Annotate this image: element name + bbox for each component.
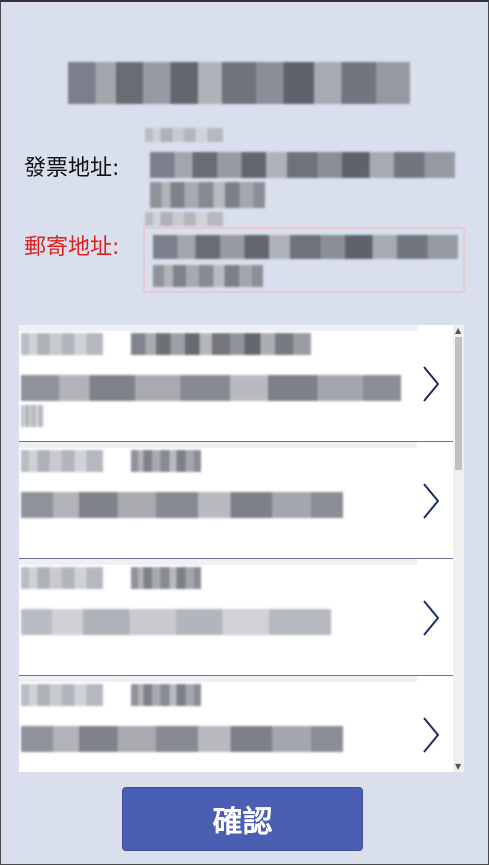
invoice-address-line1-redacted (150, 152, 455, 178)
invoice-address-caption-redacted (145, 128, 223, 142)
list-scrollbar[interactable]: ▲ ▼ (453, 325, 464, 772)
mailing-address-field[interactable] (143, 227, 465, 293)
list-item-header (19, 676, 417, 682)
list-item-name-redacted (21, 450, 103, 472)
scroll-up-arrow-icon[interactable]: ▲ (455, 326, 461, 335)
confirm-button[interactable]: 確認 (122, 787, 363, 851)
scroll-thumb[interactable] (455, 337, 462, 470)
list-item-header (19, 442, 417, 448)
list-item-header (19, 325, 417, 331)
mailing-address-line2-redacted (153, 265, 263, 287)
mailing-address-line1-redacted (153, 235, 458, 259)
page-title-redacted (68, 62, 410, 104)
chevron-right-icon[interactable] (421, 365, 441, 403)
list-item-name-redacted (21, 567, 103, 589)
chevron-right-icon[interactable] (421, 482, 441, 520)
list-item-address-redacted (21, 726, 343, 752)
chevron-right-icon[interactable] (421, 716, 441, 754)
address-list[interactable]: ▲ ▼ (19, 325, 464, 772)
list-item-address-cont-redacted (21, 405, 43, 427)
list-item-phone-redacted (131, 333, 311, 355)
mailing-address-label: 郵寄地址: (24, 235, 120, 260)
list-item-address-redacted (21, 609, 331, 635)
list-item[interactable] (19, 325, 453, 442)
list-item-phone-redacted (131, 684, 201, 706)
list-item-name-redacted (21, 333, 103, 355)
list-item-address-redacted (21, 492, 343, 518)
list-item-header (19, 559, 417, 565)
invoice-address-label: 發票地址: (24, 156, 120, 181)
mailing-address-caption-redacted (145, 212, 223, 226)
list-item[interactable] (19, 559, 453, 676)
scroll-down-arrow-icon[interactable]: ▼ (455, 762, 461, 771)
list-item-name-redacted (21, 684, 103, 706)
list-item[interactable] (19, 442, 453, 559)
chevron-right-icon[interactable] (421, 599, 441, 637)
list-item-phone-redacted (131, 450, 201, 472)
list-item-phone-redacted (131, 567, 201, 589)
list-item[interactable] (19, 676, 453, 772)
invoice-address-line2-redacted (150, 182, 265, 208)
list-item-address-redacted (21, 375, 401, 401)
